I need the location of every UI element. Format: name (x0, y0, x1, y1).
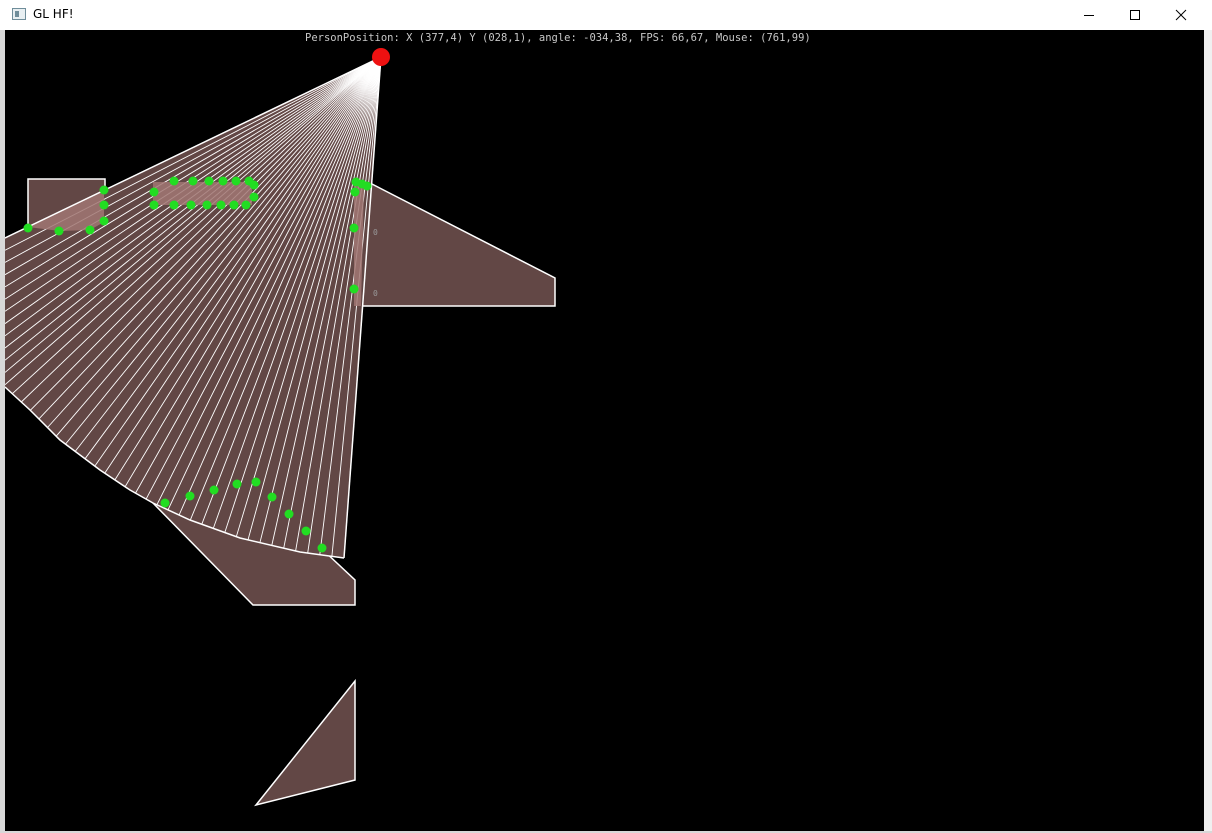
vertex-node (149, 200, 159, 210)
vertex-node (186, 200, 196, 210)
vertex-node (99, 216, 109, 226)
app-icon (12, 8, 26, 20)
maximize-icon (1130, 9, 1140, 20)
vertex-node (284, 509, 294, 519)
vertex-node (301, 526, 311, 536)
render-canvas[interactable]: 00 PersonPosition: X (377,4) Y (028,1), … (5, 30, 1204, 831)
vertex-node (251, 477, 261, 487)
vertex-node (216, 200, 226, 210)
maximize-button[interactable] (1112, 0, 1158, 29)
title-bar[interactable]: GL HF! (0, 0, 1212, 30)
minimize-icon (1084, 14, 1094, 16)
vertex-node (349, 223, 359, 233)
lit-face-rectangle (153, 182, 252, 205)
vertex-node (169, 200, 179, 210)
vertex-node (149, 187, 159, 197)
vertex-node (231, 176, 241, 186)
distance-label: 0 (373, 228, 378, 237)
person-marker[interactable] (372, 48, 390, 66)
close-button[interactable] (1158, 0, 1204, 29)
vertex-node (362, 181, 372, 191)
vertex-node (85, 225, 95, 235)
right-border (1204, 30, 1212, 833)
vertex-node (188, 176, 198, 186)
app-window: GL HF! 0 0 PersonPosition: X (377,4) Y (… (0, 0, 1212, 833)
distance-label: 0 (373, 289, 378, 298)
scene-svg: 00 (5, 48, 556, 807)
vertex-node (349, 284, 359, 294)
vertex-node (229, 200, 239, 210)
minimize-button[interactable] (1066, 0, 1112, 29)
vertex-node (23, 223, 33, 233)
vertex-node (202, 200, 212, 210)
vertex-node (241, 200, 251, 210)
close-icon (1175, 9, 1187, 20)
visibility-fan (5, 56, 382, 559)
window-title: GL HF! (33, 7, 74, 21)
status-readout: PersonPosition: X (377,4) Y (028,1), ang… (305, 32, 811, 44)
vertex-node (160, 498, 170, 508)
vertex-node (169, 176, 179, 186)
vertex-node (267, 492, 277, 502)
vertex-node (54, 226, 64, 236)
vertex-node (204, 176, 214, 186)
vertex-node (218, 176, 228, 186)
vertex-node (350, 187, 360, 197)
obstacle-triangle (254, 678, 356, 807)
obstacle-flag (353, 179, 556, 307)
vertex-node (232, 479, 242, 489)
vertex-node (249, 192, 259, 202)
vertex-node (99, 185, 109, 195)
vertex-node (209, 485, 219, 495)
vertex-node (249, 180, 259, 190)
vertex-node (185, 491, 195, 501)
vertex-node (317, 543, 327, 553)
vertex-node (99, 200, 109, 210)
